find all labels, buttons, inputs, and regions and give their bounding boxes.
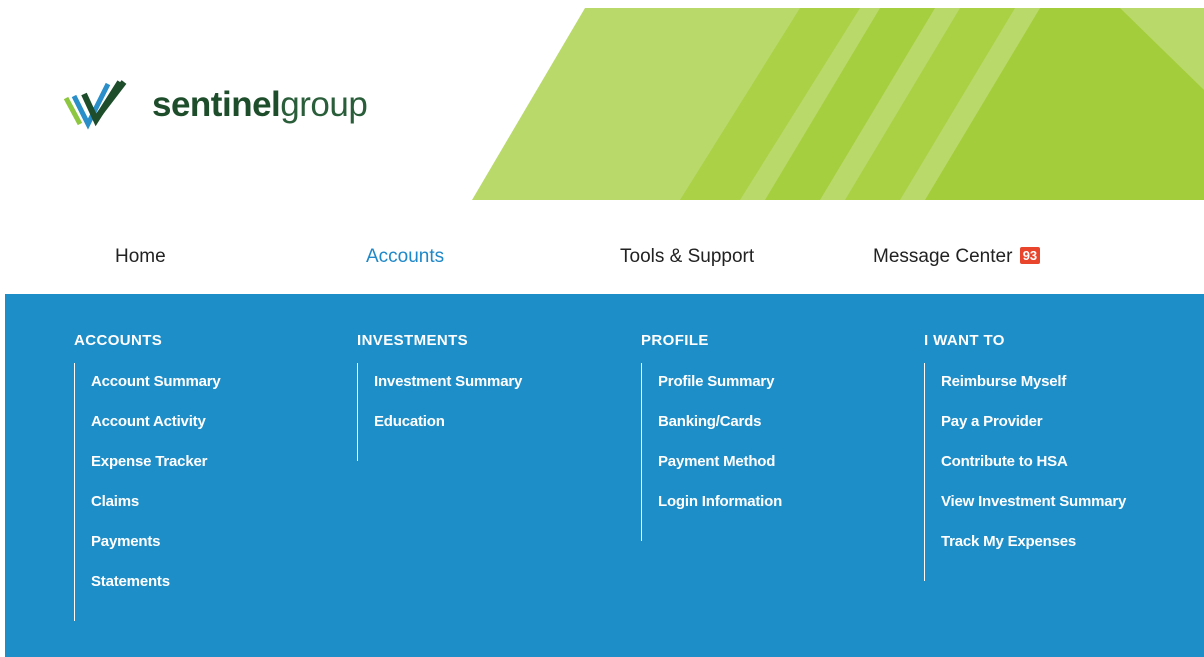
header: sentinelgroup bbox=[0, 0, 1204, 200]
accounts-mega-menu: ACCOUNTS Account Summary Account Activit… bbox=[5, 294, 1204, 657]
link-claims[interactable]: Claims bbox=[91, 493, 221, 533]
link-investment-summary[interactable]: Investment Summary bbox=[374, 373, 522, 413]
logo-bold: sentinel bbox=[152, 85, 281, 124]
link-statements[interactable]: Statements bbox=[91, 573, 221, 613]
accounts-link-list: Account Summary Account Activity Expense… bbox=[74, 363, 221, 621]
link-education[interactable]: Education bbox=[374, 413, 522, 453]
link-profile-summary[interactable]: Profile Summary bbox=[658, 373, 782, 413]
column-title-i-want-to: I WANT TO bbox=[924, 332, 1005, 349]
nav-home[interactable]: Home bbox=[115, 246, 166, 268]
top-navigation: Home Accounts Tools & Support Message Ce… bbox=[0, 232, 1204, 292]
link-view-investment-summary[interactable]: View Investment Summary bbox=[941, 493, 1126, 533]
message-count-badge: 93 bbox=[1019, 247, 1041, 264]
link-banking-cards[interactable]: Banking/Cards bbox=[658, 413, 782, 453]
link-expense-tracker[interactable]: Expense Tracker bbox=[91, 453, 221, 493]
sentinel-logo[interactable]: sentinelgroup bbox=[64, 80, 368, 130]
nav-tools-support[interactable]: Tools & Support bbox=[620, 246, 754, 268]
logo-wordmark: sentinelgroup bbox=[152, 85, 368, 125]
profile-link-list: Profile Summary Banking/Cards Payment Me… bbox=[641, 363, 782, 541]
link-payment-method[interactable]: Payment Method bbox=[658, 453, 782, 493]
link-track-my-expenses[interactable]: Track My Expenses bbox=[941, 533, 1126, 573]
column-title-profile: PROFILE bbox=[641, 332, 709, 349]
menu-column-profile: PROFILE Profile Summary Banking/Cards Pa… bbox=[641, 332, 782, 541]
link-reimburse-myself[interactable]: Reimburse Myself bbox=[941, 373, 1126, 413]
link-contribute-to-hsa[interactable]: Contribute to HSA bbox=[941, 453, 1126, 493]
nav-message-center-label: Message Center bbox=[873, 246, 1013, 267]
logo-mark-icon bbox=[64, 80, 127, 130]
link-payments[interactable]: Payments bbox=[91, 533, 221, 573]
link-login-information[interactable]: Login Information bbox=[658, 493, 782, 533]
menu-column-i-want-to: I WANT TO Reimburse Myself Pay a Provide… bbox=[924, 332, 1126, 581]
menu-column-accounts: ACCOUNTS Account Summary Account Activit… bbox=[74, 332, 221, 621]
link-account-activity[interactable]: Account Activity bbox=[91, 413, 221, 453]
nav-message-center[interactable]: Message Center 93 bbox=[873, 246, 1041, 268]
link-pay-a-provider[interactable]: Pay a Provider bbox=[941, 413, 1126, 453]
nav-accounts[interactable]: Accounts bbox=[366, 246, 444, 268]
column-title-investments: INVESTMENTS bbox=[357, 332, 469, 349]
i-want-to-link-list: Reimburse Myself Pay a Provider Contribu… bbox=[924, 363, 1126, 581]
investments-link-list: Investment Summary Education bbox=[357, 363, 522, 461]
column-title-accounts: ACCOUNTS bbox=[74, 332, 163, 349]
menu-column-investments: INVESTMENTS Investment Summary Education bbox=[357, 332, 522, 461]
link-account-summary[interactable]: Account Summary bbox=[91, 373, 221, 413]
logo-light: group bbox=[280, 85, 368, 124]
